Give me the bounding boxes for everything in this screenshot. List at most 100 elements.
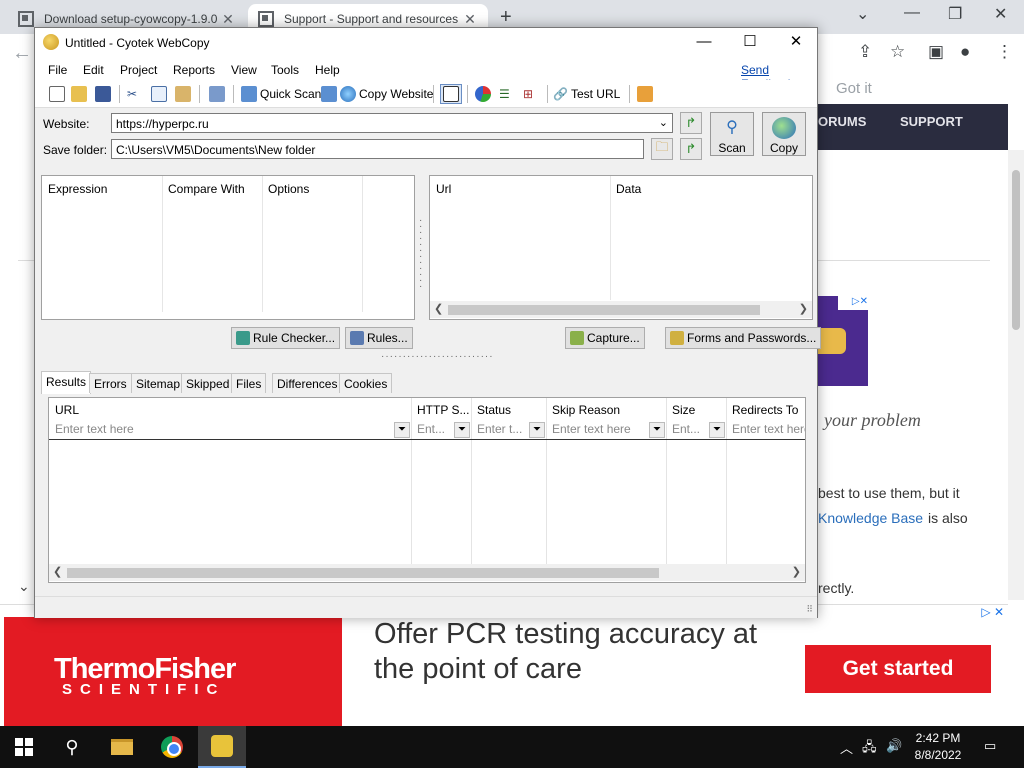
list-view-button[interactable]: ☰ bbox=[499, 84, 510, 104]
close-icon[interactable]: ✕ bbox=[994, 4, 1007, 24]
column-header-redirects-to[interactable]: Redirects To bbox=[732, 403, 805, 417]
scrollbar-thumb[interactable] bbox=[67, 568, 659, 578]
network-icon[interactable]: 🖧 bbox=[862, 738, 877, 760]
column-header-http-status[interactable]: HTTP S... bbox=[417, 403, 469, 417]
filter-icon[interactable]: ⏷ bbox=[394, 422, 410, 438]
close-button[interactable]: ✕ bbox=[773, 31, 819, 55]
scan-button[interactable]: ⚲ Scan bbox=[710, 112, 754, 156]
data-list-hscrollbar[interactable]: ❮ ❯ bbox=[430, 301, 812, 318]
rules-list[interactable]: Expression Compare With Options bbox=[41, 175, 415, 320]
save-project-button[interactable] bbox=[95, 84, 114, 104]
menu-reports[interactable]: Reports bbox=[173, 63, 215, 77]
column-header-url[interactable]: URL bbox=[55, 403, 395, 417]
tab-files[interactable]: Files bbox=[231, 373, 267, 393]
redirects-to-filter-input[interactable]: Enter text here bbox=[732, 422, 805, 436]
back-arrow-icon[interactable]: ← bbox=[12, 42, 32, 65]
toggle-layout-button[interactable] bbox=[440, 84, 462, 104]
chrome-taskbar-icon[interactable] bbox=[148, 726, 196, 768]
url-filter-input[interactable]: Enter text here bbox=[55, 422, 385, 436]
knowledge-base-link[interactable]: Knowledge Base bbox=[818, 510, 923, 526]
copy-button-large[interactable]: Copy bbox=[762, 112, 806, 156]
tab-differences[interactable]: Differences bbox=[272, 373, 343, 393]
menu-file[interactable]: File bbox=[48, 63, 67, 77]
save-folder-input[interactable]: C:\Users\VM5\Documents\New folder bbox=[111, 139, 644, 159]
chevron-left-icon[interactable]: ❮ bbox=[53, 565, 62, 578]
open-folder-button[interactable]: ↱ bbox=[680, 138, 702, 160]
ad-choices-icon[interactable]: ▷ ✕ bbox=[981, 605, 1004, 619]
nav-item-support[interactable]: SUPPORT bbox=[900, 114, 963, 129]
column-header-status[interactable]: Status bbox=[477, 403, 543, 417]
menu-tools[interactable]: Tools bbox=[271, 63, 299, 77]
chevron-down-icon[interactable]: ⌄ bbox=[659, 116, 668, 129]
close-icon[interactable]: ✕ bbox=[220, 11, 236, 28]
data-list[interactable]: Url Data ❮ ❯ bbox=[429, 175, 813, 320]
browse-folder-button[interactable]: 🗀 bbox=[651, 138, 673, 160]
page-scrollbar[interactable] bbox=[1008, 150, 1024, 600]
paste-button[interactable] bbox=[175, 84, 194, 104]
more-menu-icon[interactable]: ⋮ bbox=[996, 42, 1013, 62]
quick-scan-button[interactable]: Quick Scan bbox=[241, 84, 321, 104]
scrollbar-thumb[interactable] bbox=[448, 305, 760, 315]
new-tab-button[interactable]: + bbox=[500, 6, 512, 29]
project-properties-button[interactable] bbox=[209, 84, 228, 104]
menu-edit[interactable]: Edit bbox=[83, 63, 104, 77]
column-header-url[interactable]: Url bbox=[436, 182, 451, 196]
menu-view[interactable]: View bbox=[231, 63, 257, 77]
status-filter-input[interactable]: Enter t... bbox=[477, 422, 527, 436]
website-input[interactable]: https://hyperpc.ru ⌄ bbox=[111, 113, 673, 133]
minimize-button[interactable]: — bbox=[681, 31, 727, 55]
close-icon[interactable]: ✕ bbox=[462, 11, 478, 28]
horizontal-splitter[interactable]: ·························· bbox=[381, 351, 494, 362]
file-explorer-icon[interactable] bbox=[98, 726, 146, 768]
chevron-right-icon[interactable]: ❯ bbox=[792, 565, 801, 578]
column-header-size[interactable]: Size bbox=[672, 403, 724, 417]
share-icon[interactable]: ⇪ bbox=[858, 42, 872, 62]
statistics-button[interactable] bbox=[475, 84, 494, 104]
title-bar[interactable]: Untitled - Cyotek WebCopy — ☐ ✕ bbox=[35, 28, 817, 58]
got-it-link[interactable]: Got it bbox=[836, 80, 872, 97]
capture-button[interactable]: Capture... bbox=[565, 327, 645, 349]
open-project-button[interactable] bbox=[71, 84, 90, 104]
system-clock[interactable]: 2:42 PM 8/8/2022 bbox=[906, 730, 970, 764]
options-button[interactable] bbox=[637, 84, 656, 104]
menu-project[interactable]: Project bbox=[120, 63, 157, 77]
bottom-ad-banner[interactable]: ThermoFisher SCIENTIFIC Offer PCR testin… bbox=[0, 604, 1008, 729]
chevron-right-icon[interactable]: ❯ bbox=[799, 302, 808, 315]
column-header-compare-with[interactable]: Compare With bbox=[168, 182, 245, 196]
tab-search-chevron-icon[interactable]: ⌄ bbox=[856, 4, 869, 24]
side-panel-icon[interactable]: ▣ bbox=[928, 42, 944, 62]
menu-help[interactable]: Help bbox=[315, 63, 340, 77]
results-grid[interactable]: URL Enter text here ⏷ HTTP S... Ent... ⏷… bbox=[48, 397, 806, 583]
resize-grip-icon[interactable]: ⠿ bbox=[806, 604, 813, 615]
column-header-options[interactable]: Options bbox=[268, 182, 309, 196]
http-status-filter-input[interactable]: Ent... bbox=[417, 422, 451, 436]
search-icon[interactable]: ⚲ bbox=[48, 726, 96, 768]
maximize-button[interactable]: ☐ bbox=[727, 31, 773, 55]
nav-item-forums[interactable]: ORUMS bbox=[818, 114, 866, 129]
filter-icon[interactable]: ⏷ bbox=[649, 422, 665, 438]
column-header-expression[interactable]: Expression bbox=[48, 182, 107, 196]
vertical-splitter[interactable]: · · · · · · · · · · · · bbox=[419, 216, 425, 292]
size-filter-input[interactable]: Ent... bbox=[672, 422, 706, 436]
minimize-icon[interactable]: — bbox=[904, 4, 920, 22]
notification-icon[interactable]: ▭ bbox=[984, 738, 996, 754]
start-button[interactable] bbox=[0, 726, 48, 768]
chevron-left-icon[interactable]: ❮ bbox=[434, 302, 443, 315]
cut-button[interactable]: ✂ bbox=[127, 84, 137, 104]
copy-button[interactable] bbox=[151, 84, 170, 104]
side-ad[interactable]: ▷✕ bbox=[818, 296, 868, 386]
skip-reason-filter-input[interactable]: Enter text here bbox=[552, 422, 648, 436]
chevron-down-icon[interactable]: ⌄ bbox=[18, 578, 30, 595]
filter-icon[interactable]: ⏷ bbox=[529, 422, 545, 438]
restore-icon[interactable]: ❐ bbox=[948, 4, 962, 24]
tab-sitemap[interactable]: Sitemap bbox=[131, 373, 186, 393]
chevron-up-icon[interactable]: ︿ bbox=[840, 738, 853, 757]
profile-avatar-icon[interactable]: ● bbox=[960, 42, 970, 62]
ad-choices-icon[interactable]: ▷✕ bbox=[838, 296, 868, 310]
tab-cookies[interactable]: Cookies bbox=[339, 373, 393, 393]
ad-get-started-button[interactable]: Get started bbox=[805, 645, 991, 693]
rule-checker-button[interactable]: Rule Checker... bbox=[231, 327, 341, 349]
open-website-button[interactable]: ↱ bbox=[680, 112, 702, 134]
webcopy-taskbar-icon[interactable] bbox=[198, 726, 246, 768]
sitemap-button[interactable]: ⊞ bbox=[523, 84, 533, 104]
